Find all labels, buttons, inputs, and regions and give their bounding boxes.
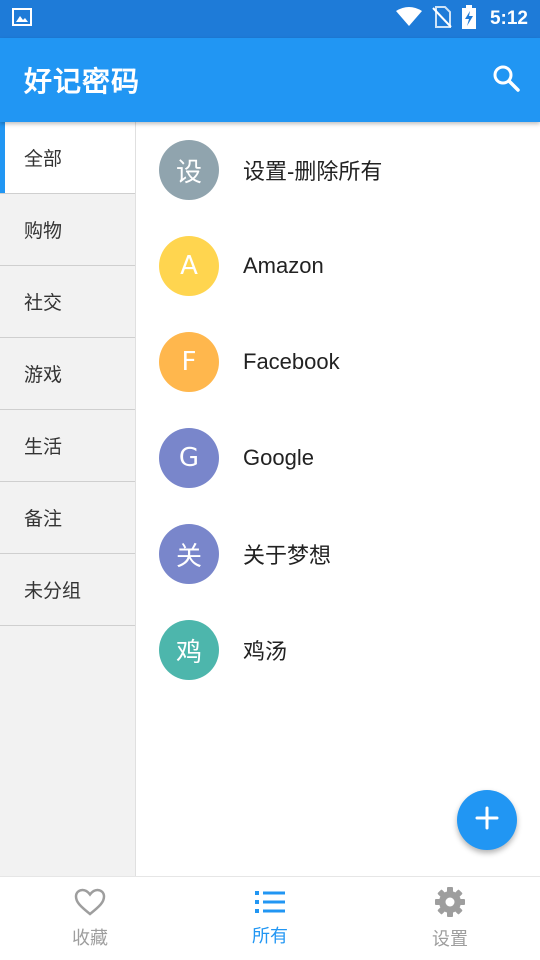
plus-icon [475,806,499,834]
avatar: 关 [159,524,219,584]
add-entry-button[interactable] [457,790,517,850]
category-ungrouped[interactable]: 未分组 [0,554,135,626]
category-notes[interactable]: 备注 [0,482,135,554]
list-item[interactable]: 设 设置-删除所有 [136,122,540,218]
list-item[interactable]: A Amazon [136,218,540,314]
avatar-initial: 关 [175,541,202,572]
no-sim-icon [432,6,452,32]
image-icon [12,8,32,30]
bottom-nav: 收藏 所有 设置 [0,876,540,960]
nav-all[interactable]: 所有 [180,877,360,960]
app-title: 好记密码 [24,65,141,98]
avatar-initial: F [181,347,197,377]
entry-name: 关于梦想 [243,543,332,568]
wifi-icon [395,7,422,31]
avatar: F [159,332,219,392]
heart-icon [74,888,106,920]
entry-name: Amazon [243,253,324,278]
avatar: 鸡 [159,620,219,680]
gear-icon [435,886,465,921]
nav-label: 收藏 [72,927,108,949]
category-label: 购物 [24,220,63,242]
category-shopping[interactable]: 购物 [0,194,135,266]
category-games[interactable]: 游戏 [0,338,135,410]
nav-label: 设置 [432,928,468,950]
category-life[interactable]: 生活 [0,410,135,482]
category-all[interactable]: 全部 [0,122,135,194]
list-icon [255,890,285,918]
avatar: 设 [159,140,219,200]
avatar-initial: A [180,251,198,281]
nav-favorites[interactable]: 收藏 [0,877,180,960]
avatar-initial: 设 [175,157,202,188]
list-item[interactable]: G Google [136,410,540,506]
category-label: 游戏 [24,364,63,386]
entry-name: Google [243,445,314,470]
nav-label: 所有 [252,925,288,947]
entry-name: 设置-删除所有 [243,159,383,184]
status-time: 5:12 [489,8,528,29]
app-bar: 好记密码 [0,38,540,122]
entry-name: 鸡汤 [243,639,288,664]
list-item[interactable]: 鸡 鸡汤 [136,602,540,698]
nav-settings[interactable]: 设置 [360,877,540,960]
status-bar: 5:12 [0,0,540,38]
search-icon [492,64,520,96]
avatar: A [159,236,219,296]
avatar-initial: 鸡 [175,637,202,668]
category-label: 全部 [24,148,63,170]
list-item[interactable]: 关 关于梦想 [136,506,540,602]
category-label: 生活 [24,436,63,458]
category-label: 备注 [24,508,63,530]
list-item[interactable]: F Facebook [136,314,540,410]
avatar: G [159,428,219,488]
entry-name: Facebook [243,349,340,374]
entry-list: 设 设置-删除所有 A Amazon F Facebook G Google 关… [136,122,540,876]
category-social[interactable]: 社交 [0,266,135,338]
category-label: 社交 [24,292,63,314]
category-label: 未分组 [24,580,82,602]
category-sidebar: 全部 购物 社交 游戏 生活 备注 未分组 [0,122,136,876]
battery-charging-icon [461,5,476,33]
avatar-initial: G [178,443,200,473]
search-button[interactable] [472,38,540,122]
